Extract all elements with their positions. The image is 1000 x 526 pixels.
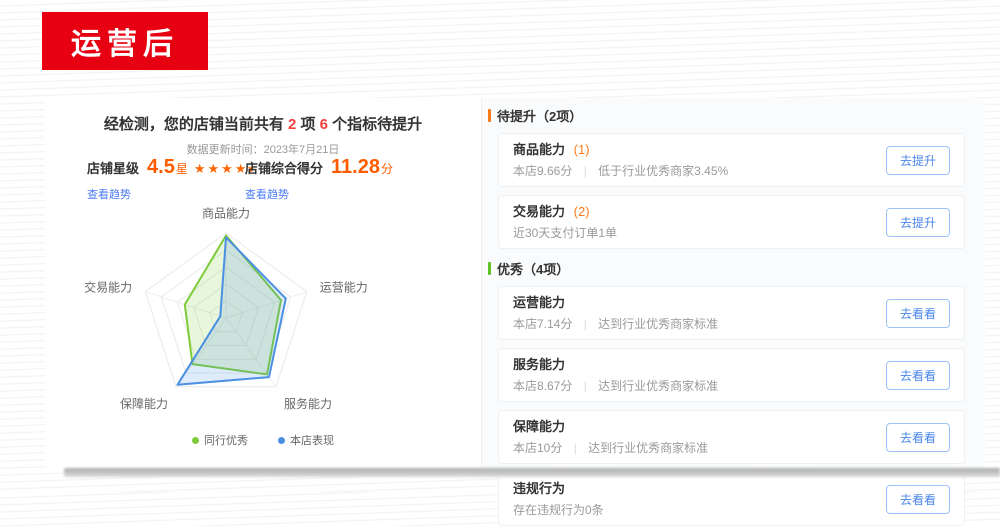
diagnosis-title: 经检测，您的店铺当前共有 2 项 6 个指标待提升 [45,113,481,134]
metric-count: (1) [574,142,590,157]
card-bottom-shadow [64,468,1000,477]
diagnosis-summary-panel: 经检测，您的店铺当前共有 2 项 6 个指标待提升 数据更新时间：2023年7月… [45,98,481,468]
section-items: 运营能力 本店7.14分 | 达到行业优秀商家标准 去看看 服务能力 本店8.6… [488,286,965,526]
metric-info: 违规行为 存在违规行为0条 [513,481,604,517]
panel-section: 优秀（4项） 运营能力 本店7.14分 | 达到行业优秀商家标准 去看看 服务能… [488,259,965,526]
legend-item-本店表现[interactable]: 本店表现 [278,432,334,448]
metric-info: 运营能力 本店7.14分 | 达到行业优秀商家标准 [513,295,718,331]
legend-label: 同行优秀 [204,432,248,448]
star-rating-value: 4.5 [147,156,175,179]
data-update-time: 数据更新时间：2023年7月21日 [45,141,481,157]
metric-card: 运营能力 本店7.14分 | 达到行业优秀商家标准 去看看 [498,286,965,340]
metric-comparison: 达到行业优秀商家标准 [598,317,718,331]
section-items: 商品能力 (1) 本店9.66分 | 低于行业优秀商家3.45% 去提升 交易能… [488,133,965,249]
metric-info: 服务能力 本店8.67分 | 达到行业优秀商家标准 [513,357,718,393]
action-button[interactable]: 去看看 [886,423,950,452]
metric-name: 运营能力 [513,295,565,310]
badge-label: 运营后 [71,19,179,63]
composite-score-value: 11.28 [331,156,380,179]
title-text: 经检测，您的店铺当前共有 [104,116,288,133]
improvement-panel: 待提升（2项） 商品能力 (1) 本店9.66分 | 低于行业优秀商家3.45%… [481,98,985,468]
section-header: 待提升（2项） [488,106,965,125]
pending-metric-count: 6 [320,116,328,133]
radar-axis-label: 服务能力 [284,396,332,411]
metric-score: 本店9.66分 [513,164,572,178]
capability-radar-wrap: 商品能力运营能力服务能力 保障能力 交易能力 [45,194,481,446]
title-text: 项 [296,116,319,133]
metric-name: 违规行为 [513,481,565,496]
chart-legend: 同行优秀 本店表现 [45,432,481,448]
composite-score-unit: 分 [381,160,393,177]
desc-separator: | [574,441,577,455]
section-title: 待提升（2项） [497,106,582,125]
metric-comparison: 达到行业优秀商家标准 [598,379,718,393]
desc-separator: | [584,379,587,393]
action-button[interactable]: 去提升 [886,208,950,237]
action-button[interactable]: 去看看 [886,485,950,514]
radar-chart: 商品能力运营能力服务能力 保障能力 交易能力 [45,194,481,446]
title-text: 个指标待提升 [328,116,422,133]
metric-name: 交易能力 [513,204,565,219]
action-button[interactable]: 去看看 [886,361,950,390]
panel-section: 待提升（2项） 商品能力 (1) 本店9.66分 | 低于行业优秀商家3.45%… [488,106,965,249]
radar-axis-label: 运营能力 [320,281,368,295]
metric-name: 服务能力 [513,357,565,372]
metric-name: 商品能力 [513,142,565,157]
star-rating-unit: 星 [176,160,188,177]
legend-dot [192,437,199,444]
composite-score-label: 店铺综合得分 [245,158,323,177]
metric-card: 违规行为 存在违规行为0条 去看看 [498,472,965,526]
metric-card: 服务能力 本店8.67分 | 达到行业优秀商家标准 去看看 [498,348,965,402]
metric-score: 本店8.67分 [513,379,572,393]
metric-comparison: 达到行业优秀商家标准 [588,441,708,455]
action-button[interactable]: 去提升 [886,146,950,175]
legend-dot [278,437,285,444]
metric-card: 商品能力 (1) 本店9.66分 | 低于行业优秀商家3.45% 去提升 [498,133,965,187]
legend-item-同行优秀[interactable]: 同行优秀 [192,432,248,448]
metric-comparison: 低于行业优秀商家3.45% [598,164,728,178]
metric-card: 交易能力 (2) 近30天支付订单1单 去提升 [498,195,965,249]
desc-separator: | [584,317,587,331]
action-button[interactable]: 去看看 [886,299,950,328]
metric-info: 商品能力 (1) 本店9.66分 | 低于行业优秀商家3.45% [513,142,728,178]
section-title: 优秀（4项） [497,259,569,278]
metric-score: 近30天支付订单1单 [513,226,617,240]
metric-count: (2) [574,204,590,219]
radar-axis-label: 保障能力 [120,396,168,411]
section-accent-bar [488,109,491,122]
section-header: 优秀（4项） [488,259,965,278]
legend-label: 本店表现 [290,432,334,448]
metric-info: 保障能力 本店10分 | 达到行业优秀商家标准 [513,419,708,455]
metric-score: 本店10分 [513,441,562,455]
shop-diagnosis-card: 经检测，您的店铺当前共有 2 项 6 个指标待提升 数据更新时间：2023年7月… [45,98,985,468]
metric-score: 存在违规行为0条 [513,503,604,517]
metric-info: 交易能力 (2) 近30天支付订单1单 [513,204,617,240]
metric-card: 保障能力 本店10分 | 达到行业优秀商家标准 去看看 [498,410,965,464]
radar-axis-label: 商品能力 [202,205,250,220]
star-rating-label: 店铺星级 [87,158,139,177]
radar-axis-label: 交易能力 [84,280,132,295]
section-accent-bar [488,262,491,275]
metric-name: 保障能力 [513,419,565,434]
metric-score: 本店7.14分 [513,317,572,331]
desc-separator: | [584,164,587,178]
operation-stage-badge: 运营后 [42,12,208,70]
